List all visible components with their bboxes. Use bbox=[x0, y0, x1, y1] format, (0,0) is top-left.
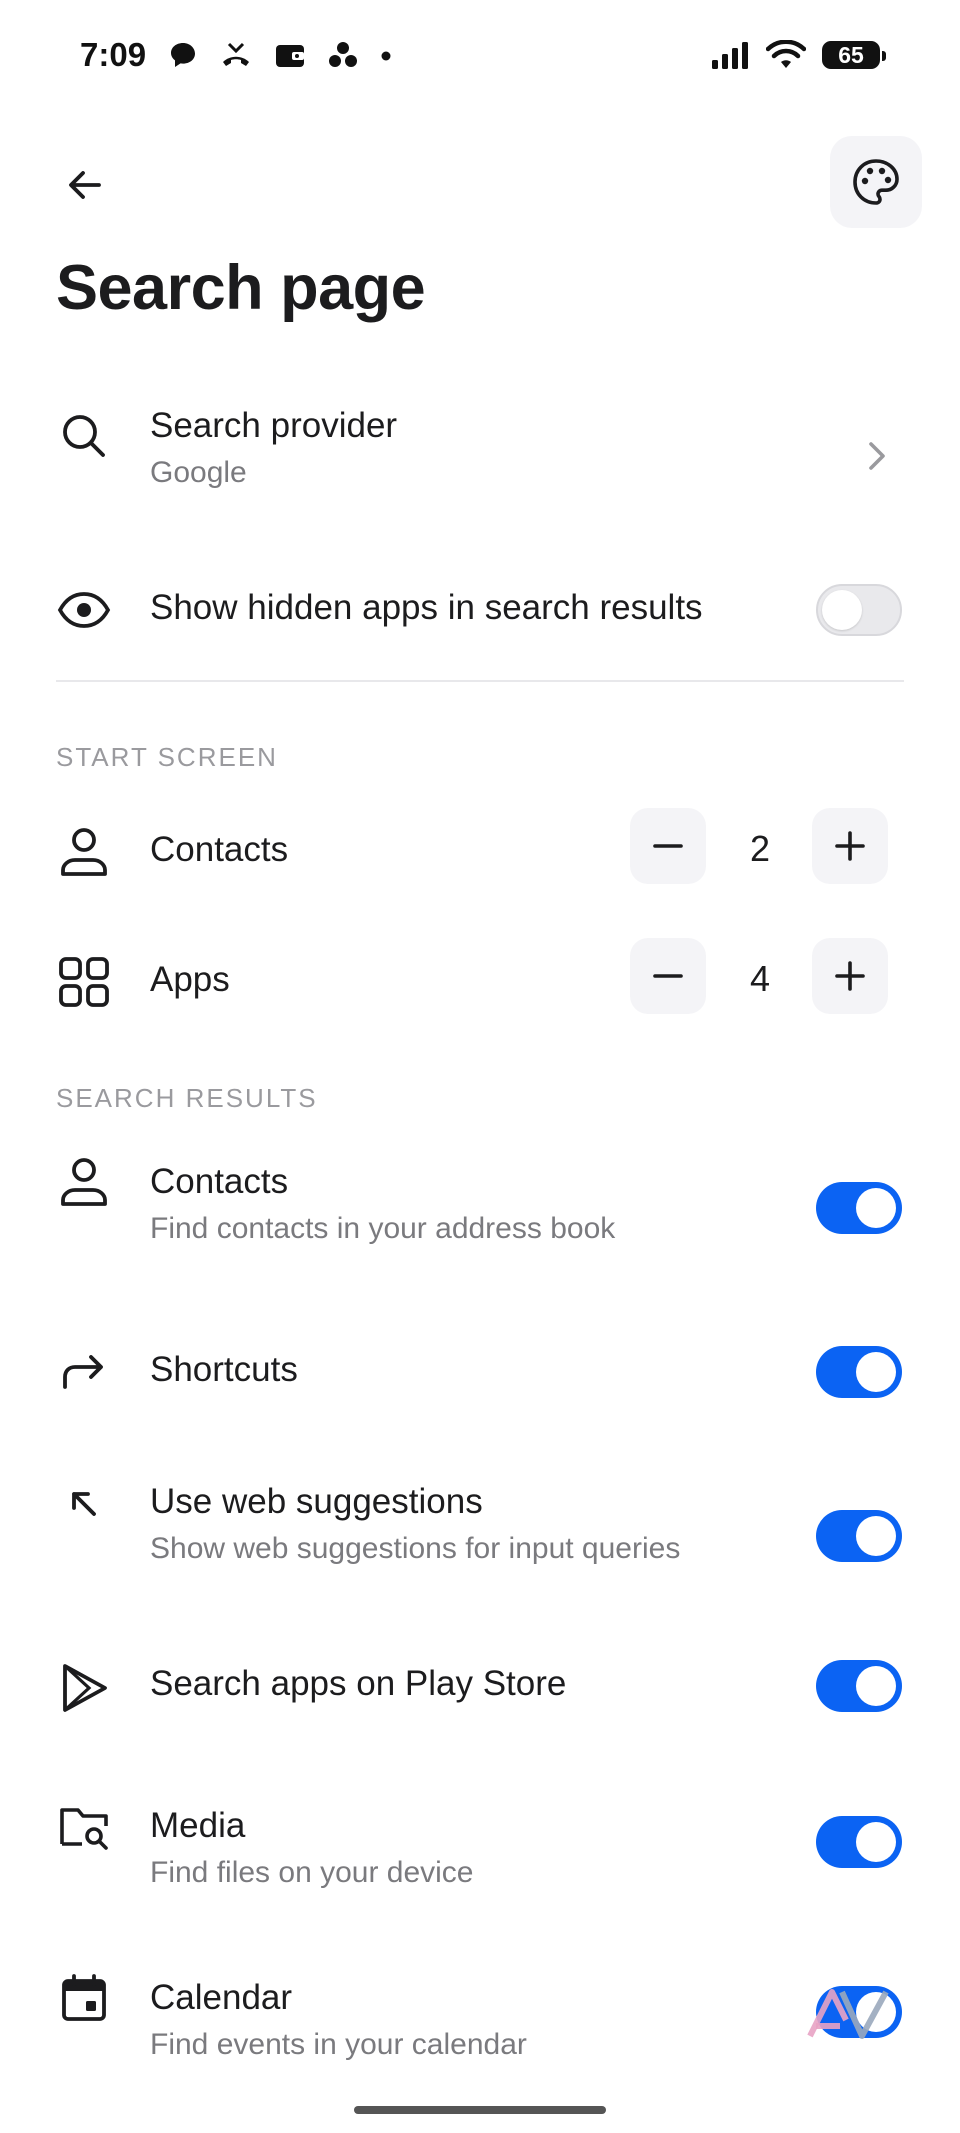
search-result-shortcuts-row[interactable]: Shortcuts bbox=[0, 1326, 960, 1426]
status-time: 7:09 bbox=[80, 36, 147, 73]
dot-icon bbox=[381, 51, 391, 61]
page-title: Search page bbox=[56, 253, 426, 323]
battery-icon: 65 bbox=[822, 41, 886, 69]
play-store-toggle[interactable] bbox=[816, 1660, 902, 1712]
search-result-title: Calendar bbox=[150, 1978, 293, 2017]
search-icon bbox=[56, 408, 112, 464]
contacts-count: 2 bbox=[749, 828, 771, 869]
search-result-subtitle: Find files on your device bbox=[150, 1856, 474, 1889]
wallet-icon bbox=[276, 45, 304, 67]
section-header-start-screen: START SCREEN bbox=[56, 742, 278, 772]
status-bar: 7:09 65 bbox=[0, 0, 960, 120]
contacts-decrement-button[interactable] bbox=[630, 808, 706, 884]
arrow-up-left-icon bbox=[56, 1476, 112, 1532]
divider bbox=[56, 680, 904, 682]
chevron-right-icon bbox=[869, 442, 885, 470]
contacts-increment-button[interactable] bbox=[812, 808, 888, 884]
web-suggestions-toggle[interactable] bbox=[816, 1510, 902, 1562]
show-hidden-apps-title: Show hidden apps in search results bbox=[150, 588, 703, 627]
signal-icon bbox=[712, 42, 748, 69]
plus-icon bbox=[835, 961, 865, 991]
search-provider-row[interactable]: Search provider Google bbox=[0, 392, 960, 512]
search-result-media-row[interactable]: Media Find files on your device bbox=[0, 1792, 960, 1912]
calendar-icon bbox=[56, 1970, 112, 2026]
search-provider-value: Google bbox=[150, 456, 247, 489]
start-contacts-row: Contacts 2 bbox=[0, 808, 960, 898]
notification-icons bbox=[168, 40, 392, 70]
shortcuts-toggle[interactable] bbox=[816, 1346, 902, 1398]
search-result-subtitle: Find contacts in your address book bbox=[150, 1212, 616, 1245]
back-button[interactable] bbox=[52, 152, 118, 218]
search-result-title: Contacts bbox=[150, 1162, 289, 1201]
grid-icon bbox=[56, 954, 112, 1010]
minus-icon bbox=[653, 844, 683, 848]
contacts-toggle[interactable] bbox=[816, 1182, 902, 1234]
folder-search-icon bbox=[56, 1800, 112, 1856]
arrow-back-icon bbox=[69, 171, 101, 199]
start-apps-label: Apps bbox=[150, 960, 230, 999]
watermark-logo bbox=[807, 1989, 889, 2039]
search-result-subtitle: Show web suggestions for input queries bbox=[150, 1532, 681, 1565]
play-store-icon bbox=[56, 1660, 112, 1716]
apps-increment-button[interactable] bbox=[812, 938, 888, 1014]
search-result-play-store-row[interactable]: Search apps on Play Store bbox=[0, 1640, 960, 1740]
person-icon bbox=[56, 1154, 112, 1210]
start-apps-row: Apps 4 bbox=[0, 938, 960, 1028]
section-header-search-results: SEARCH RESULTS bbox=[56, 1083, 318, 1113]
person-icon bbox=[56, 824, 112, 880]
home-indicator[interactable] bbox=[354, 2106, 606, 2114]
start-contacts-label: Contacts bbox=[150, 830, 289, 869]
chat-bubble-icon bbox=[171, 43, 195, 67]
media-toggle[interactable] bbox=[816, 1816, 902, 1868]
theme-palette-button[interactable] bbox=[830, 136, 922, 228]
wifi-icon bbox=[766, 40, 806, 68]
search-provider-title: Search provider bbox=[150, 406, 398, 445]
eye-icon bbox=[56, 582, 112, 638]
search-result-title: Media bbox=[150, 1806, 246, 1845]
minus-icon bbox=[653, 974, 683, 978]
shortcut-arrow-icon bbox=[56, 1344, 112, 1400]
plus-icon bbox=[835, 831, 865, 861]
search-result-title: Use web suggestions bbox=[150, 1482, 483, 1521]
battery-level: 65 bbox=[838, 41, 864, 68]
show-hidden-apps-toggle[interactable] bbox=[816, 584, 902, 636]
status-right: 65 bbox=[710, 40, 886, 70]
search-result-web-suggestions-row[interactable]: Use web suggestions Show web suggestions… bbox=[0, 1468, 960, 1588]
show-hidden-apps-row[interactable]: Show hidden apps in search results bbox=[0, 560, 960, 660]
search-result-subtitle: Find events in your calendar bbox=[150, 2028, 527, 2061]
apps-count: 4 bbox=[749, 958, 771, 999]
search-result-title: Search apps on Play Store bbox=[150, 1664, 567, 1703]
palette-icon bbox=[853, 159, 899, 205]
apps-decrement-button[interactable] bbox=[630, 938, 706, 1014]
dots-app-icon bbox=[329, 42, 357, 67]
search-result-contacts-row[interactable]: Contacts Find contacts in your address b… bbox=[0, 1148, 960, 1268]
search-result-title: Shortcuts bbox=[150, 1350, 298, 1389]
missed-call-icon bbox=[223, 42, 249, 66]
